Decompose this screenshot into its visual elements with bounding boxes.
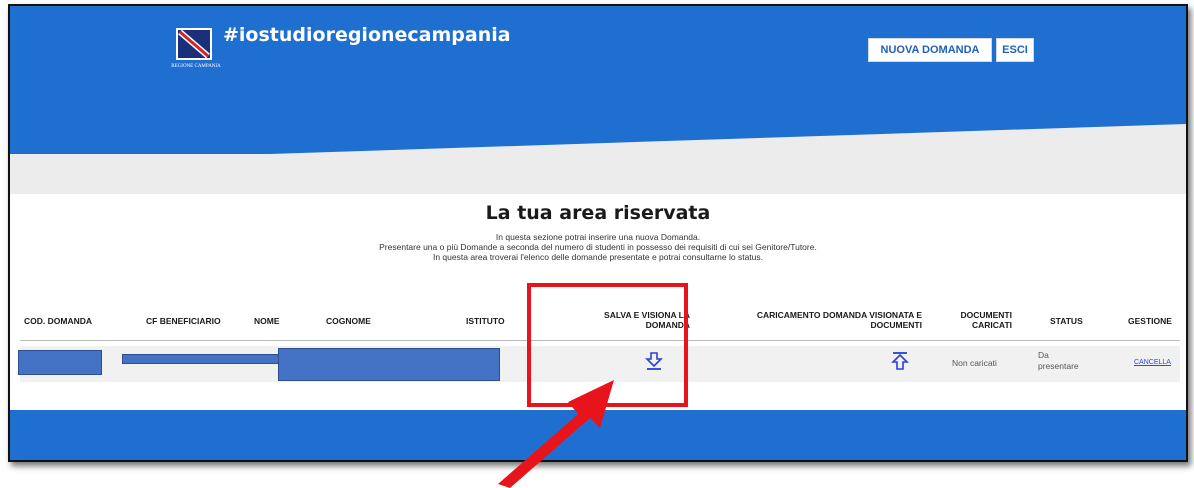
status-line: presentare <box>1038 361 1079 371</box>
header-cf-beneficiario: CF BENEFICIARIO <box>146 316 221 326</box>
intro-line: In questa sezione potrai inserire una nu… <box>495 232 701 242</box>
new-application-button[interactable]: NUOVA DOMANDA <box>868 38 992 62</box>
page-title: La tua area riservata <box>485 202 711 224</box>
header-line: DOCUMENTI <box>870 320 922 330</box>
header-line: CARICAMENTO DOMANDA VISIONATA E <box>756 310 922 320</box>
header-caricamento: CARICAMENTO DOMANDA VISIONATA E DOCUMENT… <box>710 310 922 330</box>
delete-link[interactable]: CANCELLA <box>1134 359 1171 366</box>
redacted-cod-domanda <box>18 350 102 375</box>
header-istituto: ISTITUTO <box>466 316 505 326</box>
header-cod-domanda: COD. DOMANDA <box>24 316 92 326</box>
intro-text: In questa sezione potrai inserire una nu… <box>10 232 1186 262</box>
documents-status: Non caricati <box>952 358 997 368</box>
redacted-cf-beneficiario <box>122 354 280 364</box>
upload-icon[interactable] <box>890 351 910 371</box>
exit-button[interactable]: ESCI <box>996 38 1034 62</box>
status-line: Da <box>1038 350 1049 360</box>
application-status: Da presentare <box>1038 350 1079 372</box>
header-cognome: COGNOME <box>326 316 371 326</box>
header-nome: NOME <box>254 316 280 326</box>
header-line: CARICATI <box>972 320 1012 330</box>
header-line: DOCUMENTI <box>960 310 1012 320</box>
header-status: STATUS <box>1050 316 1083 326</box>
logo-caption: REGIONE CAMPANIA <box>171 64 221 69</box>
red-arrow-annotation <box>498 380 614 488</box>
site-brand[interactable]: #iostudioregionecampania <box>223 24 511 46</box>
regione-campania-logo: REGIONE CAMPANIA <box>166 24 226 72</box>
shield-icon <box>176 28 212 60</box>
header-documenti-caricati: DOCUMENTI CARICATI <box>954 310 1012 330</box>
intro-line: In questa area troverai l'elenco delle d… <box>432 252 764 262</box>
intro-line: Presentare una o più Domande a seconda d… <box>379 242 817 252</box>
header-gestione: GESTIONE <box>1128 316 1172 326</box>
redacted-name-school <box>278 348 500 381</box>
